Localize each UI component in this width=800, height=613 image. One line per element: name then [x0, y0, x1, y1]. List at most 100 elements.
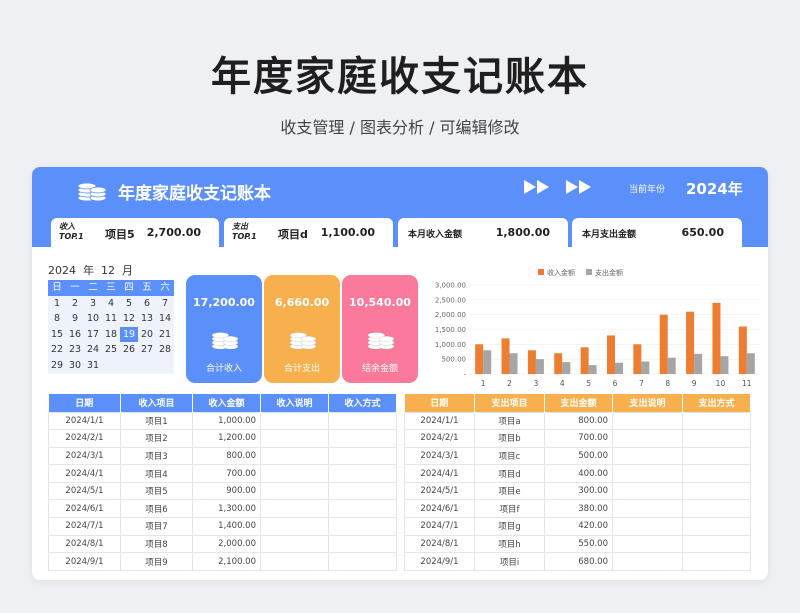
- table-cell[interactable]: 2,000.00: [192, 534, 261, 554]
- table-cell[interactable]: 项目1: [120, 411, 193, 431]
- calendar-day[interactable]: 25: [102, 342, 120, 358]
- calendar-day[interactable]: 16: [66, 327, 84, 343]
- table-cell[interactable]: 2024/9/1: [404, 552, 475, 571]
- table-cell[interactable]: 2024/3/1: [404, 446, 475, 466]
- table-cell[interactable]: 项目8: [120, 534, 193, 554]
- table-cell[interactable]: [328, 429, 397, 448]
- calendar-day[interactable]: 10: [84, 311, 102, 327]
- table-cell[interactable]: 2024/2/1: [404, 429, 475, 448]
- table-cell[interactable]: [260, 481, 329, 501]
- table-cell[interactable]: 300.00: [544, 481, 613, 501]
- table-cell[interactable]: [612, 534, 683, 554]
- calendar-day[interactable]: 4: [102, 296, 120, 312]
- table-cell[interactable]: 2024/8/1: [404, 534, 475, 554]
- table-cell[interactable]: [260, 446, 329, 466]
- table-cell[interactable]: [682, 429, 751, 448]
- table-cell[interactable]: 500.00: [544, 446, 613, 466]
- table-cell[interactable]: 项目i: [474, 552, 545, 571]
- table-cell[interactable]: 900.00: [192, 481, 261, 501]
- table-cell[interactable]: 2024/6/1: [48, 499, 121, 519]
- table-cell[interactable]: [260, 464, 329, 483]
- table-cell[interactable]: 2024/3/1: [48, 446, 121, 466]
- table-cell[interactable]: 项目7: [120, 517, 193, 536]
- table-cell[interactable]: [260, 552, 329, 571]
- table-cell[interactable]: [260, 517, 329, 536]
- table-cell[interactable]: 2024/7/1: [48, 517, 121, 536]
- table-cell[interactable]: 项目h: [474, 534, 545, 554]
- calendar-day[interactable]: 29: [48, 358, 66, 374]
- calendar-day[interactable]: 1: [48, 296, 66, 312]
- table-cell[interactable]: [612, 429, 683, 448]
- table-cell[interactable]: 项目c: [474, 446, 545, 466]
- table-cell[interactable]: 2024/8/1: [48, 534, 121, 554]
- table-cell[interactable]: 项目b: [474, 429, 545, 448]
- table-cell[interactable]: [682, 411, 751, 431]
- table-cell[interactable]: 2024/5/1: [404, 481, 475, 501]
- table-cell[interactable]: 项目4: [120, 464, 193, 483]
- table-cell[interactable]: 2024/6/1: [404, 499, 475, 519]
- calendar-day[interactable]: 5: [120, 296, 138, 312]
- table-cell[interactable]: [328, 411, 397, 431]
- calendar-day[interactable]: 26: [120, 342, 138, 358]
- table-cell[interactable]: 项目f: [474, 499, 545, 519]
- calendar-day[interactable]: 27: [138, 342, 156, 358]
- table-cell[interactable]: 项目9: [120, 552, 193, 571]
- calendar-day[interactable]: 2: [66, 296, 84, 312]
- table-cell[interactable]: [682, 499, 751, 519]
- table-cell[interactable]: 项目3: [120, 446, 193, 466]
- table-cell[interactable]: [260, 411, 329, 431]
- table-cell[interactable]: 项目6: [120, 499, 193, 519]
- table-cell[interactable]: [612, 481, 683, 501]
- table-cell[interactable]: [260, 534, 329, 554]
- table-cell[interactable]: [612, 517, 683, 536]
- calendar-day[interactable]: 20: [138, 327, 156, 343]
- table-cell[interactable]: 2024/4/1: [404, 464, 475, 483]
- table-cell[interactable]: 2024/1/1: [404, 411, 475, 431]
- calendar-day[interactable]: 14: [156, 311, 174, 327]
- calendar-day[interactable]: 17: [84, 327, 102, 343]
- table-cell[interactable]: 380.00: [544, 499, 613, 519]
- table-cell[interactable]: [328, 464, 397, 483]
- table-cell[interactable]: [682, 517, 751, 536]
- table-cell[interactable]: [612, 464, 683, 483]
- table-cell[interactable]: 1,400.00: [192, 517, 261, 536]
- table-cell[interactable]: 700.00: [544, 429, 613, 448]
- table-cell[interactable]: [328, 517, 397, 536]
- table-cell[interactable]: [260, 499, 329, 519]
- table-cell[interactable]: 680.00: [544, 552, 613, 571]
- table-cell[interactable]: 项目a: [474, 411, 545, 431]
- table-cell[interactable]: 项目5: [120, 481, 193, 501]
- table-cell[interactable]: [682, 481, 751, 501]
- table-cell[interactable]: [328, 481, 397, 501]
- table-cell[interactable]: 2024/4/1: [48, 464, 121, 483]
- table-cell[interactable]: 2024/2/1: [48, 429, 121, 448]
- table-cell[interactable]: 2024/1/1: [48, 411, 121, 431]
- calendar-day-selected[interactable]: 19: [120, 326, 138, 343]
- table-cell[interactable]: [328, 499, 397, 519]
- calendar-day[interactable]: 15: [48, 327, 66, 343]
- table-cell[interactable]: 1,000.00: [192, 411, 261, 431]
- calendar-day[interactable]: 21: [156, 327, 174, 343]
- table-cell[interactable]: 400.00: [544, 464, 613, 483]
- calendar-day[interactable]: 24: [84, 342, 102, 358]
- calendar-day[interactable]: 18: [102, 327, 120, 343]
- calendar-day[interactable]: 13: [138, 311, 156, 327]
- table-cell[interactable]: 700.00: [192, 464, 261, 483]
- calendar-day[interactable]: 8: [48, 311, 66, 327]
- table-cell[interactable]: [328, 552, 397, 571]
- table-cell[interactable]: 800.00: [192, 446, 261, 466]
- table-cell[interactable]: 1,300.00: [192, 499, 261, 519]
- table-cell[interactable]: 1,200.00: [192, 429, 261, 448]
- calendar-day[interactable]: 11: [102, 311, 120, 327]
- table-cell[interactable]: [682, 446, 751, 466]
- table-cell[interactable]: 800.00: [544, 411, 613, 431]
- calendar-day[interactable]: 22: [48, 342, 66, 358]
- table-cell[interactable]: [612, 446, 683, 466]
- calendar-day[interactable]: 23: [66, 342, 84, 358]
- table-cell[interactable]: 550.00: [544, 534, 613, 554]
- table-cell[interactable]: [612, 411, 683, 431]
- calendar-day[interactable]: 6: [138, 296, 156, 312]
- calendar-day[interactable]: 31: [84, 358, 102, 374]
- table-cell[interactable]: 项目d: [474, 464, 545, 483]
- table-cell[interactable]: 项目e: [474, 481, 545, 501]
